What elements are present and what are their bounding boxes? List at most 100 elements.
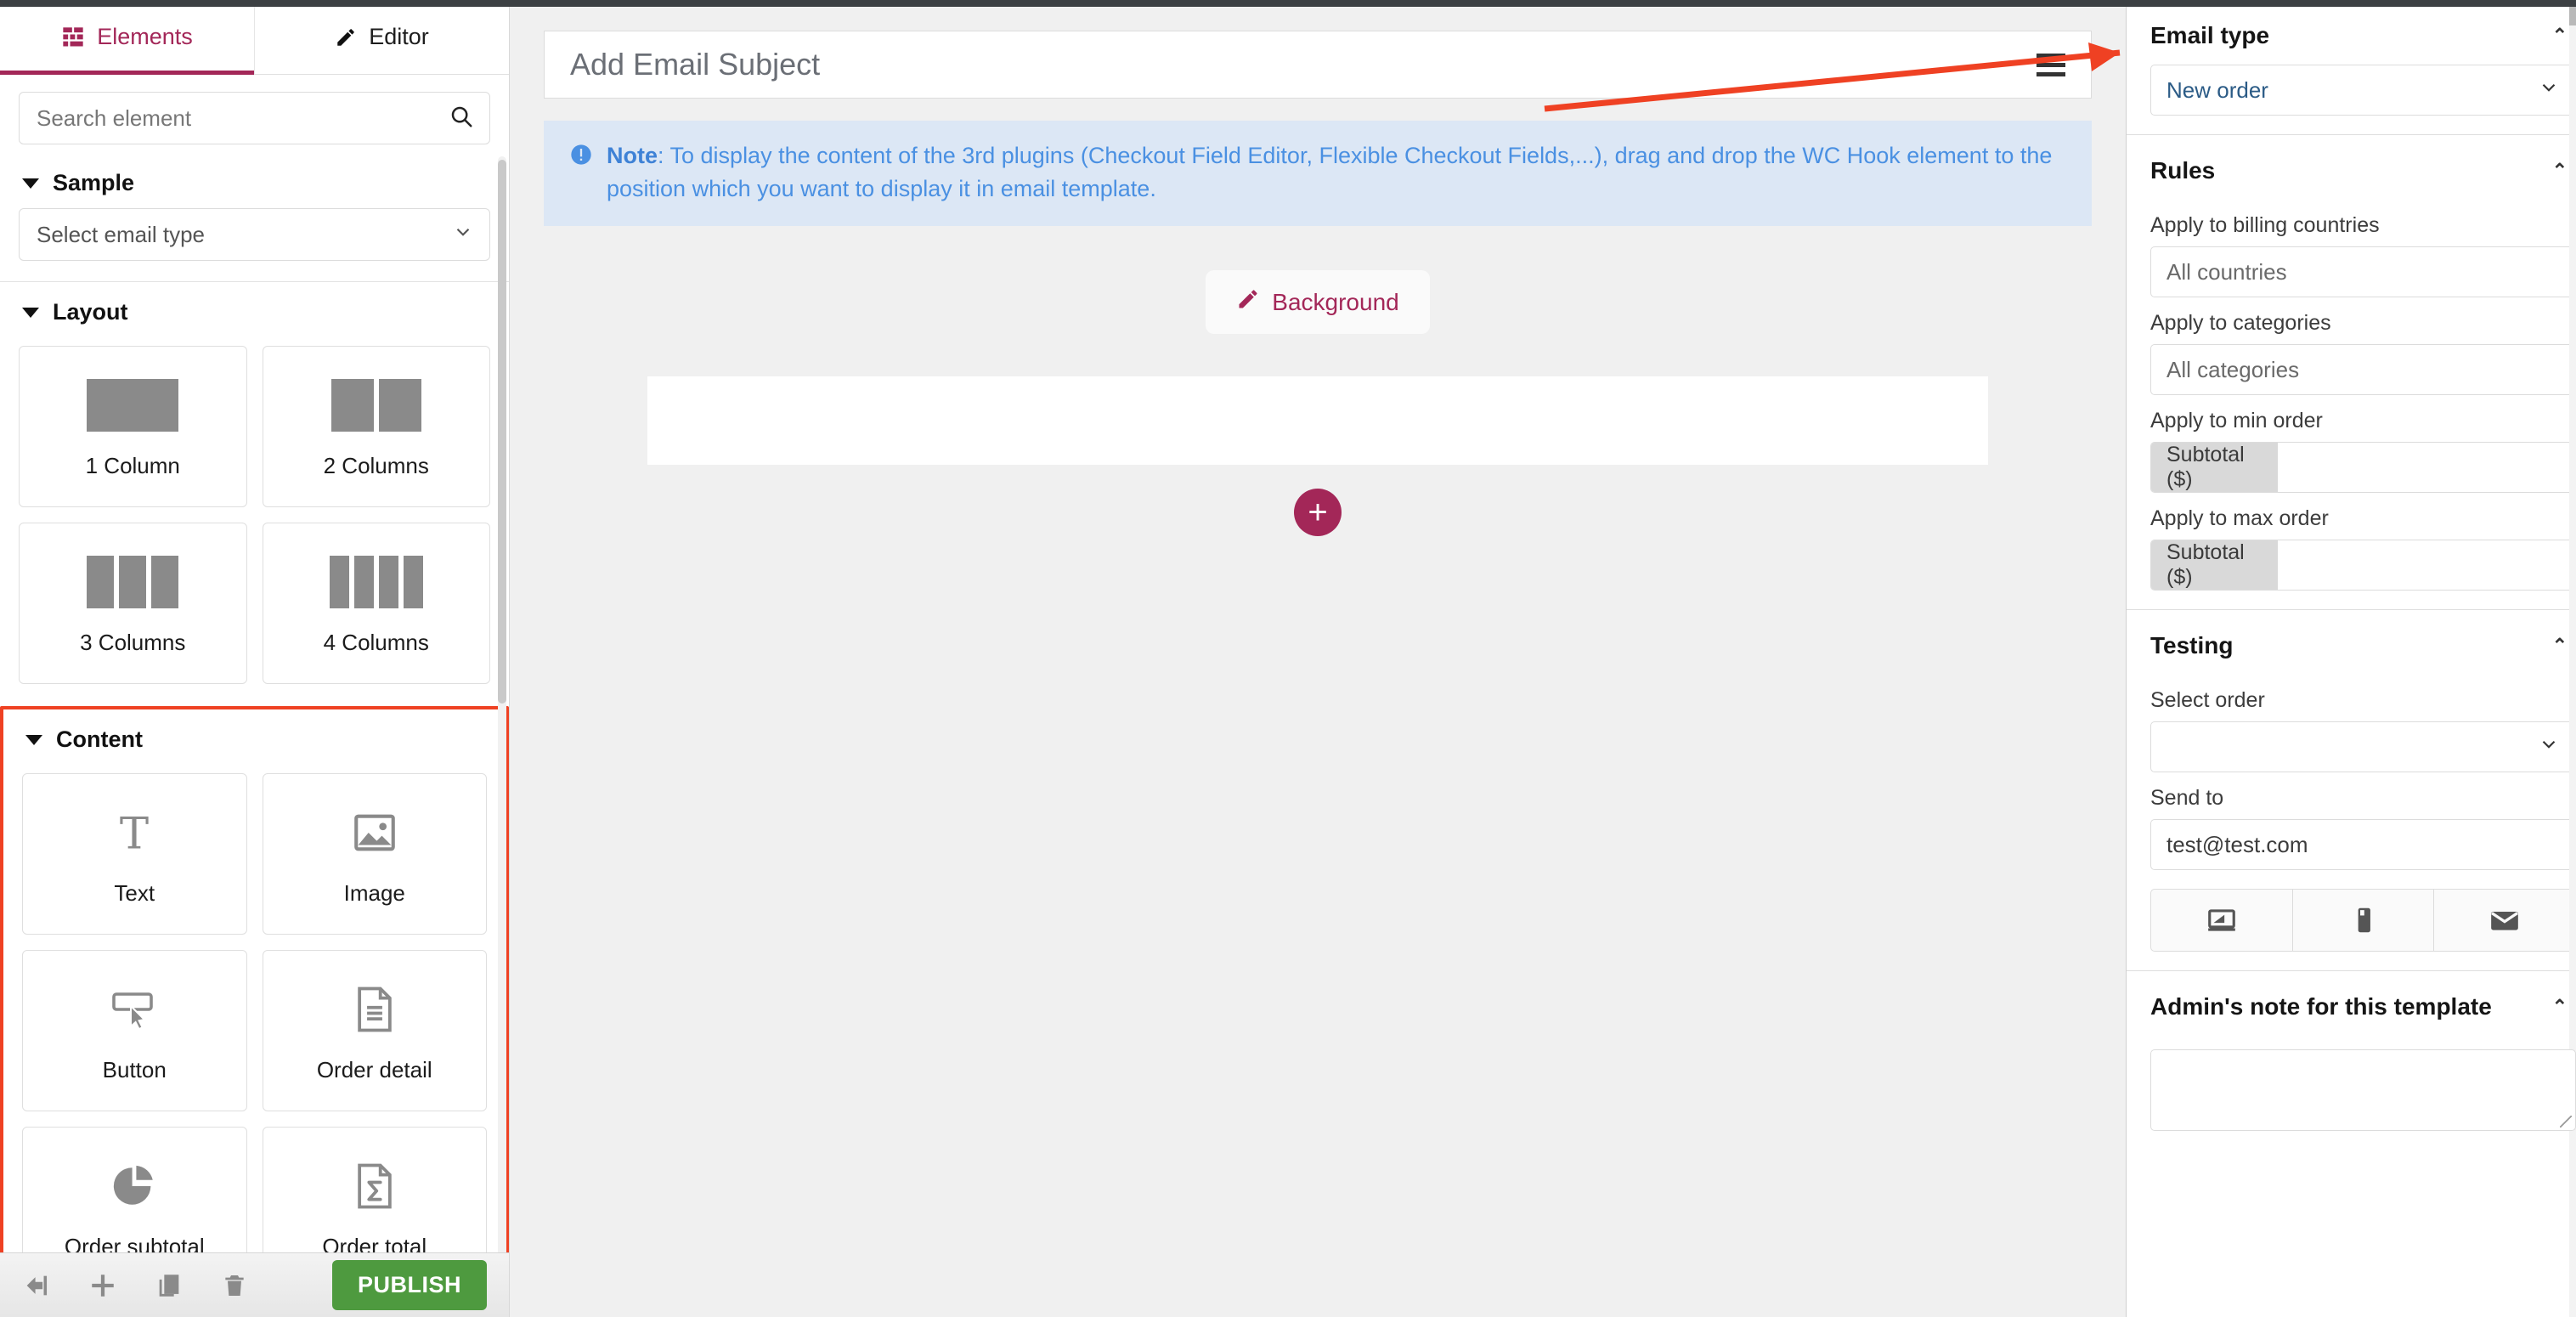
section-rules-title: Rules [2150, 157, 2216, 184]
envelope-icon[interactable] [2434, 890, 2575, 951]
section-sample-title: Sample [53, 170, 135, 195]
select-order-label: Select order [2150, 688, 2265, 712]
layout-card-grid: 1 Column 2 Columns 3 Columns 4 Columns [0, 334, 509, 703]
section-email-type-title: Email type [2150, 22, 2270, 48]
content-card-image[interactable]: Image [262, 773, 487, 935]
send-to-input[interactable]: test@test.com [2150, 819, 2576, 870]
section-testing: Testing ⌃ Select order Send to test@test… [2127, 610, 2576, 970]
rules-field-label: Apply to categories [2150, 311, 2331, 335]
publish-button[interactable]: PUBLISH [331, 1260, 487, 1310]
back-arrow-icon[interactable] [22, 1271, 51, 1300]
section-rules-body: Apply to billing countries All countries… [2127, 213, 2576, 609]
hamburger-icon[interactable] [2037, 53, 2065, 76]
background-button-label: Background [1272, 288, 1399, 315]
layout-card-label: 4 Columns [323, 629, 429, 655]
desktop-icon[interactable] [2151, 890, 2293, 951]
background-button[interactable]: Background [1206, 270, 1430, 335]
grid-icon [61, 25, 85, 49]
section-testing-header[interactable]: Testing ⌃ [2127, 610, 2576, 675]
max-order-field[interactable]: Subtotal ($) [2150, 540, 2576, 591]
section-layout-header[interactable]: Layout [0, 282, 509, 334]
content-card-order-detail[interactable]: Order detail [262, 950, 487, 1111]
section-content-header[interactable]: Content [3, 709, 506, 761]
section-email-type-header[interactable]: Email type ⌃ [2127, 0, 2576, 65]
plus-circle-icon[interactable]: + [1294, 489, 1342, 537]
content-card-text[interactable]: T Text [22, 773, 247, 935]
trash-icon[interactable] [221, 1271, 248, 1300]
email-subject-bar[interactable]: Add Email Subject [544, 31, 2092, 99]
resize-grip-icon[interactable] [2560, 1116, 2572, 1128]
select-order-dropdown[interactable] [2150, 721, 2576, 772]
svg-text:T: T [120, 809, 149, 856]
min-order-field[interactable]: Subtotal ($) [2150, 442, 2576, 493]
email-template-builder: Elements Editor Search element Sample Se… [0, 0, 2576, 1317]
admin-note-textarea[interactable] [2150, 1049, 2576, 1131]
section-layout: Layout 1 Column 2 Columns 3 Columns 4 Co… [0, 282, 509, 703]
sidebar-scroll-area: Sample Select email type Layout [0, 75, 509, 1252]
sidebar-scrollbar-thumb[interactable] [498, 160, 506, 704]
chevron-down-icon [2538, 733, 2560, 761]
email-type-select[interactable]: New order [2150, 65, 2576, 116]
tab-elements[interactable]: Elements [0, 0, 255, 75]
tab-editor[interactable]: Editor [255, 0, 509, 74]
section-admin-note-header[interactable]: Admin's note for this template ⌃ [2127, 971, 2576, 1036]
layout-card-label: 2 Columns [323, 452, 429, 478]
duplicate-icon[interactable] [155, 1271, 184, 1300]
content-card-label: Order total [322, 1233, 427, 1253]
layout-card-2-columns[interactable]: 2 Columns [262, 346, 490, 507]
content-card-label: Order subtotal [64, 1233, 205, 1253]
rules-field-label: Apply to min order [2150, 409, 2323, 432]
section-sample-header[interactable]: Sample [0, 153, 509, 205]
section-admin-note-title: Admin's note for this template [2150, 993, 2492, 1020]
note-text-wrap: Note: To display the content of the 3rd … [607, 139, 2066, 206]
pencil-icon [335, 26, 357, 48]
email-content-block[interactable] [647, 376, 1988, 466]
document-lines-icon [352, 979, 398, 1040]
content-card-order-total[interactable]: Order total [262, 1127, 487, 1253]
text-t-icon: T [110, 802, 158, 863]
pie-chart-icon [110, 1156, 159, 1217]
layout-card-1-column[interactable]: 1 Column [19, 346, 247, 507]
select-email-type[interactable]: Select email type [19, 208, 490, 261]
info-icon [569, 143, 593, 176]
chevron-down-icon [22, 178, 39, 189]
content-card-button[interactable]: Button [22, 950, 247, 1111]
section-layout-title: Layout [53, 299, 128, 325]
browser-top-strip [0, 0, 2576, 7]
section-admin-note: Admin's note for this template ⌃ [2127, 971, 2576, 1150]
note-text: : To display the content of the 3rd plug… [607, 143, 2053, 202]
billing-countries-input[interactable]: All countries [2150, 246, 2576, 297]
content-card-label: Image [343, 879, 405, 906]
note-banner: Note: To display the content of the 3rd … [544, 121, 2092, 227]
search-box[interactable] [19, 92, 490, 144]
sidebar-tabbar: Elements Editor [0, 0, 509, 75]
min-order-input[interactable] [2278, 443, 2575, 492]
content-card-label: Text [114, 879, 155, 906]
layout-card-label: 3 Columns [80, 629, 186, 655]
section-testing-body: Select order Send to test@test.com [2127, 688, 2576, 970]
chevron-down-icon [2538, 76, 2560, 105]
section-testing-title: Testing [2150, 632, 2234, 658]
add-icon[interactable] [88, 1271, 117, 1300]
layout-card-3-columns[interactable]: 3 Columns [19, 523, 247, 684]
sidebar-bottom-toolbar: PUBLISH [0, 1252, 509, 1317]
email-canvas: Add Email Subject Note: To display the c… [510, 0, 2126, 1317]
max-order-prefix: Subtotal ($) [2151, 540, 2278, 590]
layout-4-columns-icon [329, 551, 423, 613]
chevron-down-icon [22, 307, 39, 318]
add-block-wrap: + [544, 489, 2092, 537]
content-card-label: Order detail [316, 1056, 432, 1082]
layout-card-4-columns[interactable]: 4 Columns [262, 523, 490, 684]
mobile-icon[interactable] [2293, 890, 2435, 951]
search-input[interactable] [37, 105, 449, 132]
settings-panel: Email type ⌃ New order Rules ⌃ Apply to … [2126, 0, 2576, 1317]
section-rules-header[interactable]: Rules ⌃ [2127, 135, 2576, 200]
send-to-label: Send to [2150, 786, 2224, 810]
chevron-down-icon [25, 734, 42, 745]
email-subject-input[interactable]: Add Email Subject [570, 47, 820, 82]
content-card-order-subtotal[interactable]: Order subtotal [22, 1127, 247, 1252]
categories-input[interactable]: All categories [2150, 344, 2576, 395]
image-icon [350, 802, 399, 863]
preview-device-toggle [2150, 889, 2576, 952]
max-order-input[interactable] [2278, 540, 2575, 590]
